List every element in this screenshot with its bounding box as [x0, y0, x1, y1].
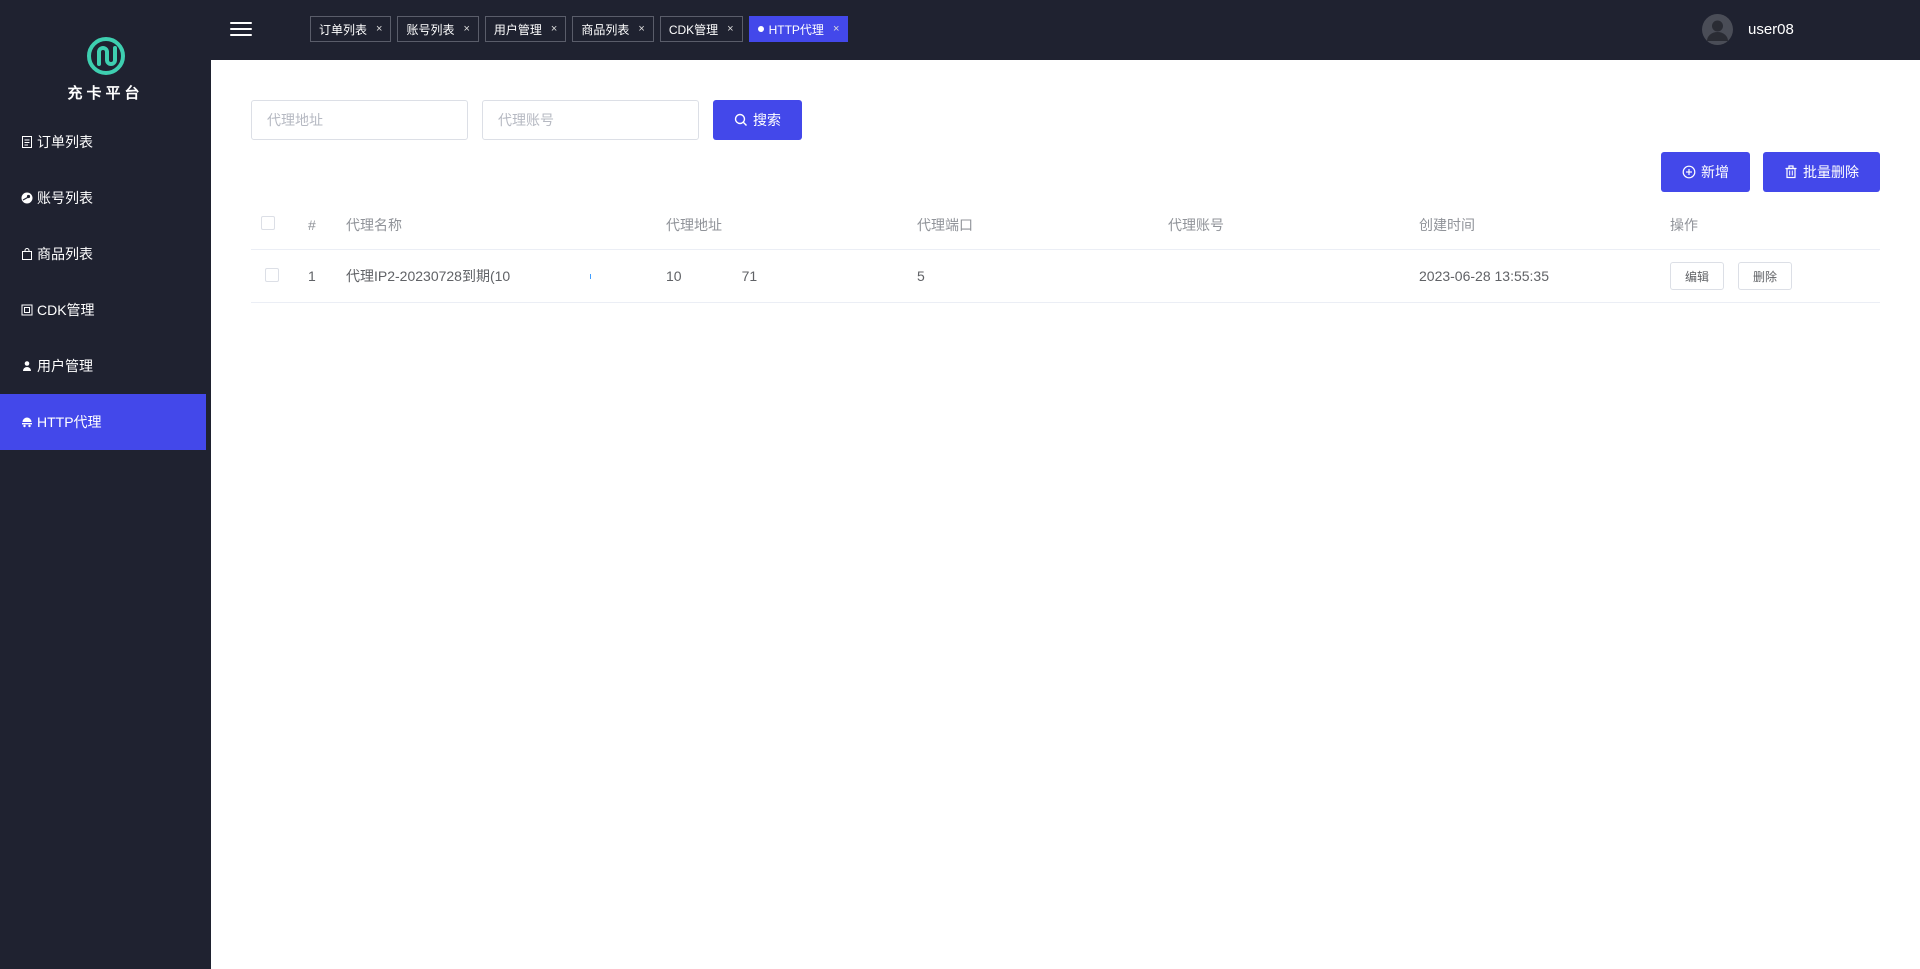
sidebar-item-label: 订单列表 [37, 134, 93, 150]
shopping-bag-icon [20, 248, 33, 261]
tab-http-proxy[interactable]: HTTP代理 × [748, 16, 849, 42]
sidebar-item-label: CDK管理 [37, 302, 95, 318]
sidebar-item-label: 商品列表 [37, 246, 93, 262]
sidebar-item-label: 账号列表 [37, 190, 93, 206]
column-header: 创建时间 [1419, 216, 1475, 233]
table-actions: 新增 批量删除 [1661, 152, 1880, 192]
proxy-icon [20, 416, 33, 429]
created-time: 2023-06-28 13:55:35 [1419, 268, 1549, 284]
sidebar-item-http-proxy[interactable]: HTTP代理 [0, 394, 206, 450]
proxy-address-part: 71 [741, 268, 758, 284]
logo: 充卡平台 [0, 36, 211, 103]
row-checkbox[interactable] [265, 267, 279, 282]
proxy-address-input[interactable] [251, 100, 468, 140]
steam-icon [20, 192, 33, 205]
column-header: 代理名称 [346, 216, 402, 233]
close-icon[interactable]: × [551, 23, 557, 35]
tab-bar: 订单列表 × 账号列表 × 用户管理 × 商品列表 × CDK管理 × HTTP… [310, 16, 849, 42]
main-content: 搜索 新增 批量删除 # 代理名称 代理地址 代理端口 代理账号 创建时间 操作… [211, 60, 1920, 969]
tab-label: 订单列表 [319, 22, 368, 37]
user-icon [20, 360, 33, 373]
proxy-account-input[interactable] [482, 100, 699, 140]
active-dot-icon [757, 26, 764, 32]
tab-accounts[interactable]: 账号列表 × [397, 16, 479, 42]
table-header: # 代理名称 代理地址 代理端口 代理账号 创建时间 操作 [251, 200, 1880, 250]
tab-cdk[interactable]: CDK管理 × [659, 16, 743, 42]
column-header: # [308, 216, 316, 233]
row-index: 1 [308, 268, 316, 284]
sidebar-item-orders[interactable]: 订单列表 [0, 114, 206, 170]
tab-label: HTTP代理 [768, 22, 824, 37]
proxy-table: # 代理名称 代理地址 代理端口 代理账号 创建时间 操作 1 代理IP2-20… [251, 200, 1880, 303]
batch-delete-label: 批量删除 [1803, 164, 1859, 180]
add-button[interactable]: 新增 [1661, 152, 1750, 192]
top-header: 订单列表 × 账号列表 × 用户管理 × 商品列表 × CDK管理 × HTTP… [211, 0, 1920, 60]
sidebar-item-products[interactable]: 商品列表 [0, 226, 206, 282]
tab-users[interactable]: 用户管理 × [484, 16, 567, 42]
user-menu[interactable]: user08 [1702, 14, 1794, 45]
proxy-name: 代理IP2-20230728到期(10 [346, 268, 511, 284]
sidebar-item-label: 用户管理 [37, 358, 93, 374]
trash-icon [1785, 165, 1797, 179]
column-header: 操作 [1670, 216, 1698, 233]
close-icon[interactable]: × [376, 23, 382, 35]
tab-label: 商品列表 [581, 22, 630, 37]
ticket-icon [20, 304, 33, 317]
cursor-mark [590, 273, 592, 279]
column-header: 代理地址 [666, 216, 722, 233]
edit-button[interactable]: 编辑 [1670, 262, 1725, 290]
logo-icon [86, 37, 125, 75]
close-icon[interactable]: × [463, 23, 469, 35]
sidebar-item-label: HTTP代理 [37, 414, 102, 430]
search-icon [734, 113, 747, 126]
sidebar-item-cdk[interactable]: CDK管理 [0, 282, 206, 338]
sidebar-item-accounts[interactable]: 账号列表 [0, 170, 206, 226]
close-icon[interactable]: × [833, 23, 839, 35]
delete-button[interactable]: 删除 [1738, 262, 1793, 290]
tab-orders[interactable]: 订单列表 × [310, 16, 392, 42]
tab-label: 用户管理 [493, 22, 542, 37]
tab-label: 账号列表 [406, 22, 455, 37]
avatar-user-icon [1702, 14, 1733, 45]
plus-circle-icon [1682, 165, 1696, 179]
sidebar: 充卡平台 订单列表 账号列表 商品列表 CDK管理 用户管理 HTTP代理 [0, 0, 211, 969]
document-icon [20, 136, 33, 149]
search-bar: 搜索 [251, 100, 802, 140]
column-header: 代理端口 [917, 216, 973, 233]
username: user08 [1748, 21, 1794, 38]
sidebar-item-users[interactable]: 用户管理 [0, 338, 206, 394]
add-button-label: 新增 [1701, 164, 1729, 180]
proxy-port: 5 [917, 268, 925, 284]
column-header: 代理账号 [1168, 216, 1224, 233]
menu-toggle-icon[interactable] [230, 18, 252, 40]
tab-products[interactable]: 商品列表 × [572, 16, 654, 42]
search-button-label: 搜索 [753, 112, 781, 128]
sidebar-menu: 订单列表 账号列表 商品列表 CDK管理 用户管理 HTTP代理 [0, 114, 206, 450]
avatar [1702, 14, 1733, 45]
batch-delete-button[interactable]: 批量删除 [1763, 152, 1880, 192]
app-name: 充卡平台 [67, 85, 144, 102]
select-all-checkbox[interactable] [261, 216, 275, 230]
close-icon[interactable]: × [727, 23, 733, 35]
search-button[interactable]: 搜索 [713, 100, 802, 140]
close-icon[interactable]: × [638, 23, 644, 35]
table-row: 1 代理IP2-20230728到期(10 10 71 5 2023-06-28 … [251, 250, 1880, 303]
tab-label: CDK管理 [668, 22, 719, 37]
proxy-address-part: 10 [666, 268, 682, 284]
